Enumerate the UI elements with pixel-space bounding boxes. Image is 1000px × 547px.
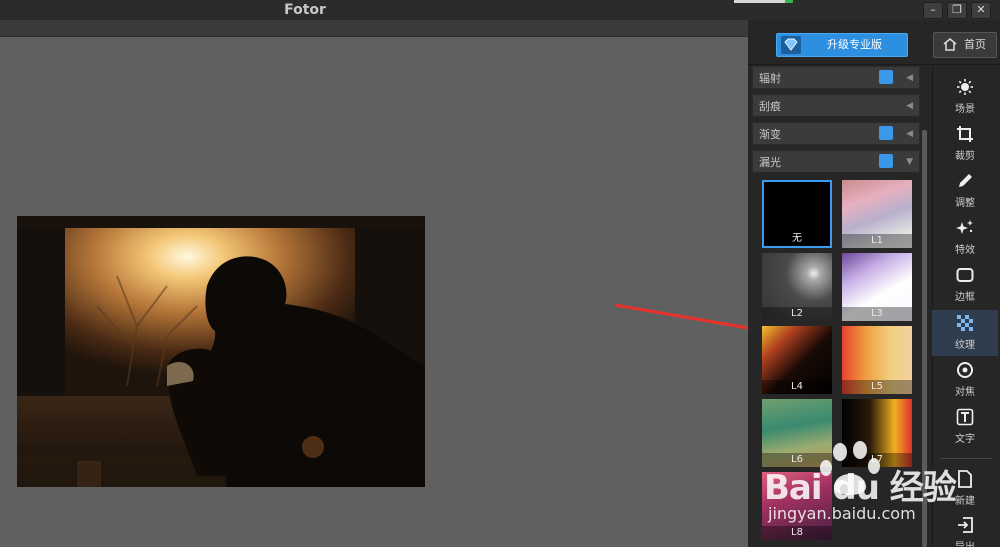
upgrade-pro-button[interactable]: 升级专业版 <box>776 33 908 57</box>
category-label: 刮痕 <box>759 100 781 113</box>
tool-label: 裁剪 <box>955 151 975 162</box>
tool-label: 特效 <box>955 245 975 256</box>
title-progress-indicator <box>734 0 792 3</box>
tool-focus[interactable]: 对焦 <box>932 357 998 403</box>
home-button[interactable]: 首页 <box>933 32 997 58</box>
minimize-button[interactable]: – <box>923 2 943 19</box>
pro-diamond-icon <box>879 154 893 168</box>
restore-button[interactable]: ❐ <box>947 2 967 19</box>
tool-crop[interactable]: 裁剪 <box>932 121 998 167</box>
category-label: 漏光 <box>759 156 781 169</box>
crop-icon <box>957 126 973 142</box>
sparkle-icon <box>956 220 973 234</box>
category-scratch[interactable]: 刮痕 ◀ <box>752 94 920 117</box>
texture-thumb-none[interactable]: 无 <box>762 180 832 248</box>
tool-label: 边框 <box>955 292 975 303</box>
frame-icon <box>956 268 974 282</box>
texture-thumb-l4[interactable]: L4 <box>762 326 832 394</box>
tool-texture[interactable]: 纹理 <box>932 310 998 356</box>
texture-thumb-l3[interactable]: L3 <box>842 253 912 321</box>
new-file-icon <box>958 470 972 488</box>
text-icon <box>956 408 974 426</box>
texture-thumb-l5[interactable]: L5 <box>842 326 912 394</box>
category-radiation[interactable]: 辐射 ◀ <box>752 66 920 89</box>
app-title: Fotor <box>284 2 326 18</box>
tool-label: 调整 <box>955 198 975 209</box>
collapse-arrow-icon: ◀ <box>906 101 913 111</box>
diamond-icon <box>781 36 801 54</box>
tool-label: 导出 <box>932 538 998 547</box>
tool-effects[interactable]: 特效 <box>932 215 998 261</box>
pro-diamond-icon <box>879 126 893 140</box>
pro-diamond-icon <box>879 70 893 84</box>
canvas-toolbar <box>0 20 748 37</box>
focus-icon <box>957 362 973 378</box>
thumb-label: L3 <box>842 307 912 321</box>
tool-scene[interactable]: 场景 <box>932 74 998 120</box>
thumb-label: L2 <box>762 307 832 321</box>
thumb-label: 无 <box>792 233 802 244</box>
sun-icon <box>957 79 973 95</box>
texture-thumb-l1[interactable]: L1 <box>842 180 912 248</box>
tool-label: 场景 <box>955 104 975 115</box>
tool-label: 纹理 <box>955 340 975 351</box>
collapse-arrow-icon: ◀ <box>906 129 913 139</box>
export-icon <box>958 517 973 533</box>
thumb-label: L1 <box>842 234 912 248</box>
category-gradient[interactable]: 渐变 ◀ <box>752 122 920 145</box>
baidu-watermark: Bai du 经验 jingyan.baidu.com <box>764 440 957 530</box>
photo-preview[interactable] <box>17 216 425 487</box>
pencil-icon <box>959 174 972 187</box>
silhouette-photo <box>17 216 425 487</box>
tool-adjust[interactable]: 调整 <box>932 168 998 214</box>
category-label: 渐变 <box>759 128 781 141</box>
category-light-leak[interactable]: 漏光 ▼ <box>752 150 920 173</box>
close-button[interactable]: ✕ <box>971 2 991 19</box>
title-progress-indicator-end <box>785 0 793 3</box>
upgrade-label: 升级专业版 <box>827 38 882 51</box>
texture-icon <box>957 315 973 331</box>
tool-label: 对焦 <box>955 387 975 398</box>
watermark-url: jingyan.baidu.com <box>768 504 916 523</box>
home-icon <box>942 37 958 61</box>
collapse-arrow-icon: ◀ <box>906 73 913 83</box>
home-label: 首页 <box>964 38 986 51</box>
category-label: 辐射 <box>759 72 781 85</box>
watermark-brand: Bai du 经验 <box>764 468 957 508</box>
texture-thumb-l2[interactable]: L2 <box>762 253 832 321</box>
expand-arrow-icon: ▼ <box>906 157 913 167</box>
thumb-label: L5 <box>842 380 912 394</box>
tool-frame[interactable]: 边框 <box>932 262 998 308</box>
thumb-label: L4 <box>762 380 832 394</box>
